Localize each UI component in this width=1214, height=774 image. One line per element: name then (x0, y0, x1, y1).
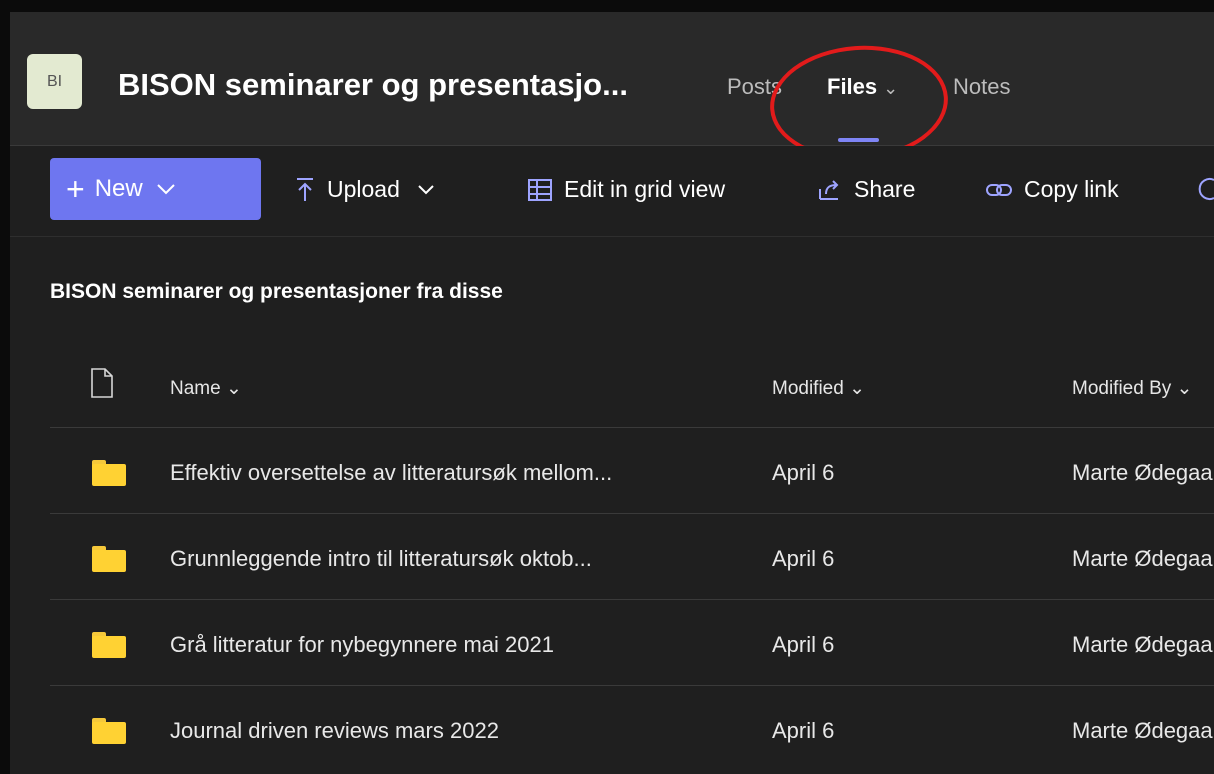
chevron-down-icon (156, 184, 175, 195)
modified-date: April 6 (772, 718, 835, 743)
modified-date: April 6 (772, 632, 835, 657)
edit-grid-view-label: Edit in grid view (564, 176, 726, 202)
file-name[interactable]: Journal driven reviews mars 2022 (170, 718, 499, 744)
folder-icon (92, 718, 126, 744)
new-button-label: New (94, 175, 143, 202)
modified-by: Marte Ødegaard (1072, 632, 1214, 657)
grid-icon (528, 178, 552, 201)
modified-date: April 6 (772, 546, 835, 571)
new-button[interactable]: + New (50, 158, 261, 220)
teams-window: BI BISON seminarer og presentasjo... Pos… (10, 12, 1214, 774)
edit-grid-view-button[interactable]: Edit in grid view (528, 176, 725, 203)
command-bar: + New Upload Edit in grid view Share Cop… (10, 146, 1214, 237)
team-avatar[interactable]: BI (27, 54, 82, 109)
file-name[interactable]: Grå litteratur for nybegynnere mai 2021 (170, 632, 554, 658)
file-name[interactable]: Effektiv oversettelse av litteratursøk m… (170, 460, 612, 486)
tab-notes[interactable]: Notes (953, 74, 1010, 100)
tab-files-label: Files (827, 74, 878, 99)
table-row[interactable]: Effektiv oversettelse av litteratursøk m… (50, 427, 1214, 514)
copy-link-label: Copy link (1024, 176, 1119, 202)
copy-link-button[interactable]: Copy link (986, 176, 1119, 203)
file-type-icon (91, 368, 113, 398)
folder-icon (92, 632, 126, 658)
plus-icon: + (66, 171, 85, 207)
link-icon (986, 183, 1012, 196)
chevron-down-icon (418, 184, 434, 194)
table-row[interactable]: Journal driven reviews mars 2022 April 6… (50, 685, 1214, 772)
channel-header: BI BISON seminarer og presentasjo... Pos… (10, 12, 1214, 167)
column-header-name[interactable]: Name ⌄ (170, 377, 242, 400)
modified-date: April 6 (772, 460, 835, 485)
folder-icon (92, 460, 126, 486)
table-row[interactable]: Grå litteratur for nybegynnere mai 2021 … (50, 599, 1214, 686)
modified-by: Marte Ødegaard (1072, 546, 1214, 571)
upload-button[interactable]: Upload (295, 176, 436, 203)
column-header-modified[interactable]: Modified ⌄ (772, 377, 865, 400)
tab-files[interactable]: Files ⌄ (827, 74, 898, 100)
modified-by: Marte Ødegaard (1072, 460, 1214, 485)
upload-label: Upload (327, 176, 400, 202)
file-name[interactable]: Grunnleggende intro til litteratursøk ok… (170, 546, 592, 572)
upload-icon (297, 177, 313, 201)
folder-title: BISON seminarer og presentasjoner fra di… (50, 280, 503, 303)
tab-posts[interactable]: Posts (727, 74, 782, 100)
table-row[interactable]: Grunnleggende intro til litteratursøk ok… (50, 513, 1214, 600)
column-header-modified-by[interactable]: Modified By ⌄ (1072, 377, 1192, 400)
team-title: BISON seminarer og presentasjo... (118, 67, 628, 102)
chevron-down-icon: ⌄ (883, 78, 899, 98)
sync-icon (1198, 178, 1214, 200)
share-icon (819, 179, 839, 200)
share-label: Share (854, 176, 916, 202)
sync-button[interactable] (1198, 176, 1214, 202)
active-tab-indicator (838, 138, 879, 142)
modified-by: Marte Ødegaard (1072, 718, 1214, 743)
folder-icon (92, 546, 126, 572)
share-button[interactable]: Share (818, 176, 915, 203)
